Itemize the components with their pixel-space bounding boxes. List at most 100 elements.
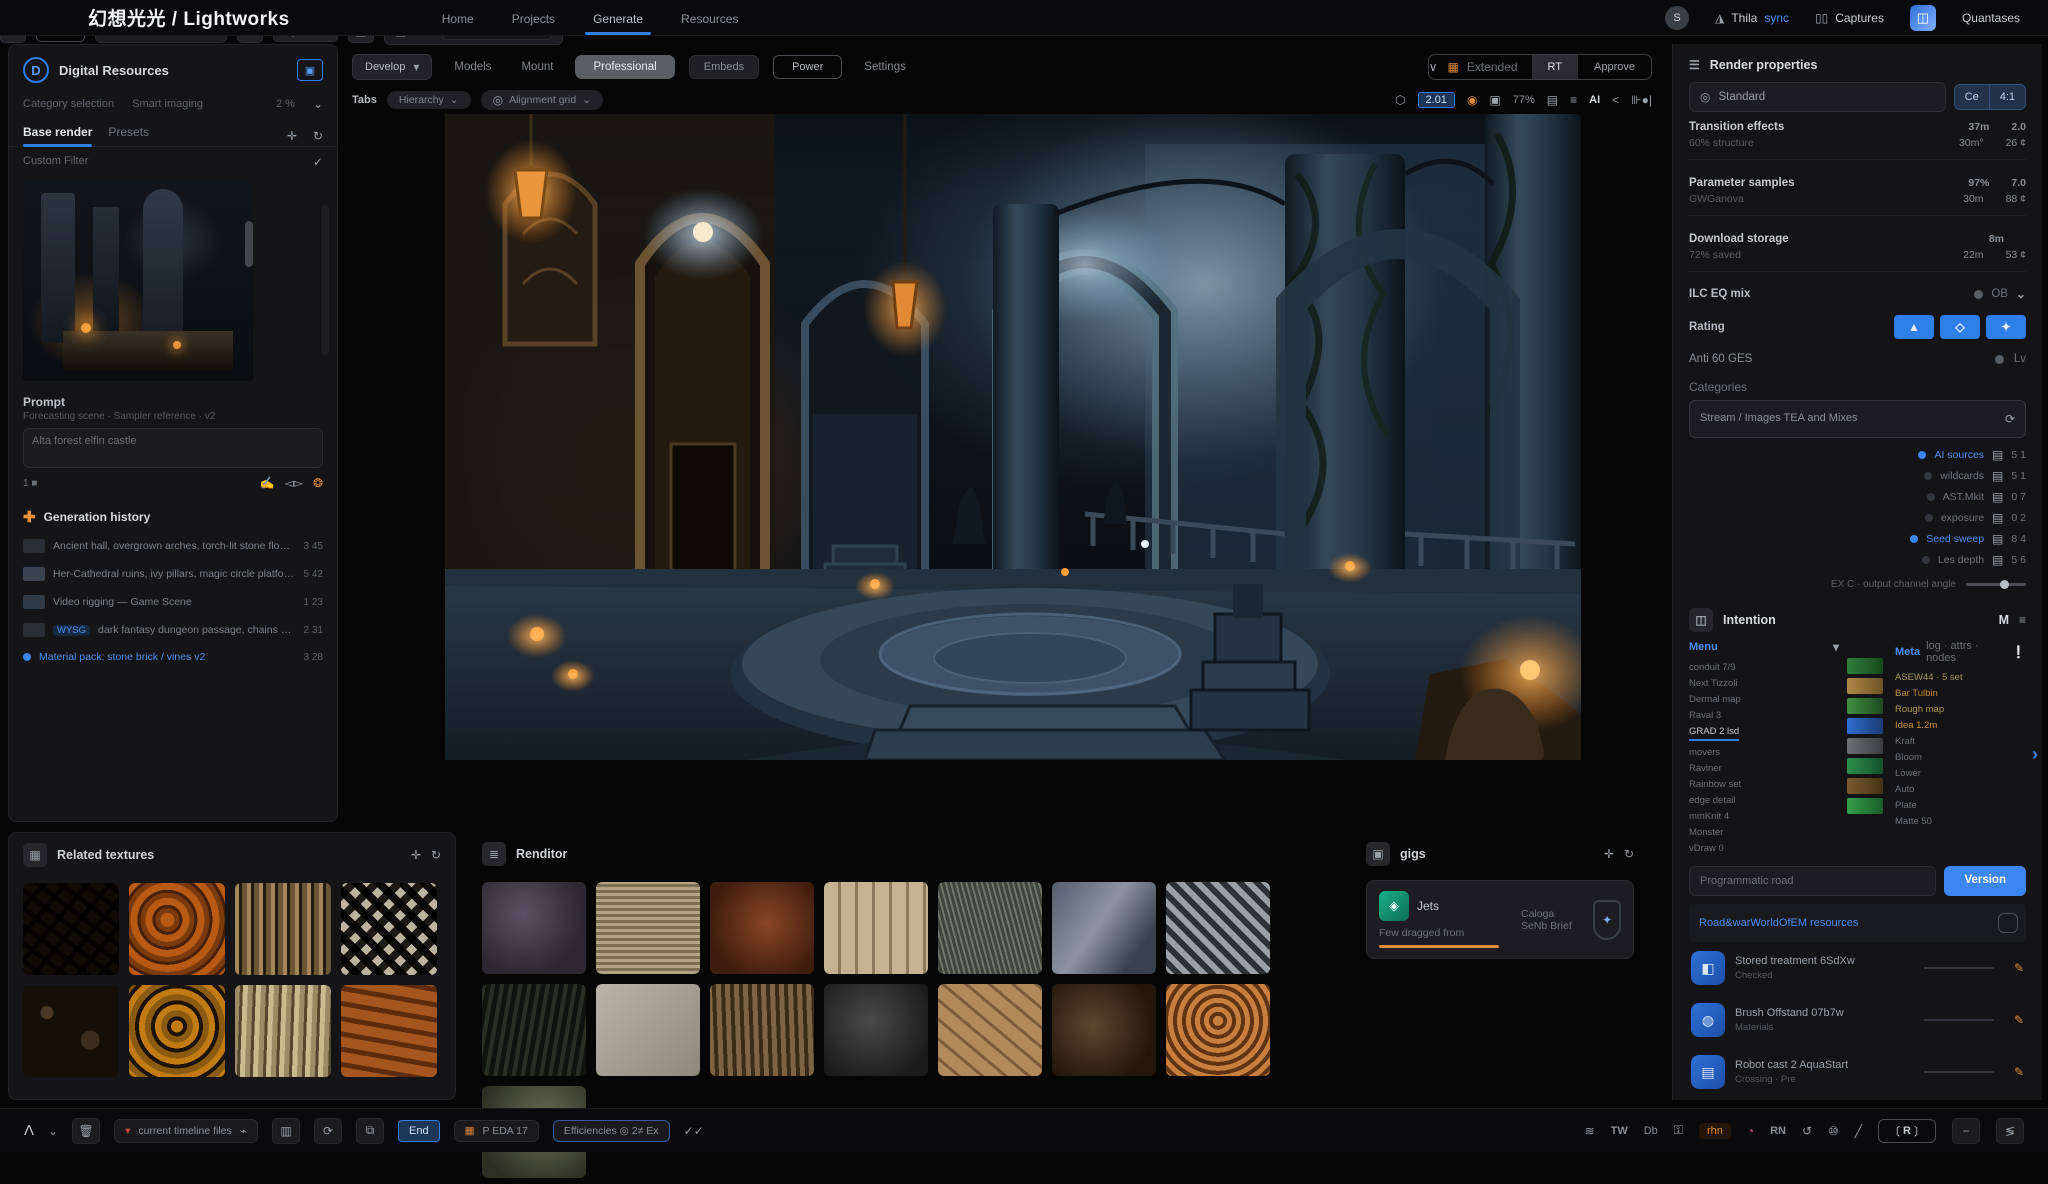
chevron-down-icon[interactable]: ⌄ <box>313 97 323 111</box>
radio-dot[interactable] <box>1918 451 1926 459</box>
history-row[interactable]: Ancient hall, overgrown arches, torch-li… <box>9 532 337 560</box>
menu-item[interactable]: movers <box>1689 744 1839 760</box>
refresh-icon[interactable]: ⟳ <box>2005 412 2015 426</box>
magic-icon[interactable]: ❂ <box>313 476 323 490</box>
asset-thumb[interactable] <box>1847 778 1883 794</box>
trash-button[interactable]: 🗑 <box>72 1118 100 1144</box>
orbit-icon[interactable]: ◉ <box>1467 93 1477 107</box>
texture-swatch[interactable] <box>482 882 586 974</box>
meta-item[interactable]: Bar Tulbin <box>1895 685 2026 701</box>
meta-item[interactable]: Auto <box>1895 781 2026 797</box>
texture-swatch[interactable] <box>938 882 1042 974</box>
menu-item[interactable]: Next Tizzoli <box>1689 675 1839 691</box>
extended-label[interactable]: Extended <box>1467 60 1518 74</box>
asset-thumb[interactable] <box>1847 698 1883 714</box>
chevron-down-icon[interactable]: ⌄ <box>48 1124 58 1138</box>
gig-card[interactable]: ◈ Jets Few dragged from Caloga SeNb Brie… <box>1366 880 1634 959</box>
prompt-input[interactable]: Alta forest elfin castle <box>23 428 323 468</box>
angle-left-icon[interactable]: < <box>1612 93 1619 107</box>
workspace-app-icon[interactable]: ◫ <box>1910 5 1936 31</box>
texture-swatch[interactable] <box>23 883 119 975</box>
meta-item[interactable]: Plate <box>1895 797 2026 813</box>
meta-item[interactable]: Kraft <box>1895 733 2026 749</box>
texture-swatch[interactable] <box>129 985 225 1077</box>
custom-filter-label[interactable]: Custom Filter <box>23 155 88 169</box>
radio-row[interactable]: Seed sweep ▤ 8 4 <box>1910 532 2026 546</box>
tab-professional[interactable]: Professional <box>575 55 674 79</box>
asset-thumb[interactable] <box>1847 758 1883 774</box>
texture-swatch[interactable] <box>1052 984 1156 1076</box>
menu-projects[interactable]: Projects <box>510 3 557 33</box>
resource-link-row[interactable]: Road&warWorldOfEM resources <box>1689 904 2026 942</box>
grid-orange-icon[interactable]: ▦ <box>1447 55 1458 79</box>
texture-swatch[interactable] <box>824 882 928 974</box>
tab-embeds[interactable]: Embeds <box>689 55 759 79</box>
menu-item[interactable]: Rainbow set <box>1689 776 1839 792</box>
preview-thumbnail[interactable] <box>23 181 253 381</box>
menu-home[interactable]: Home <box>440 3 476 33</box>
tab-models[interactable]: Models <box>446 56 499 78</box>
key-icon[interactable]: ⚿ <box>1674 1123 1683 1138</box>
zoom-level[interactable]: 2.01 <box>1418 92 1455 108</box>
menu-item[interactable]: Raval 3 <box>1689 707 1839 723</box>
texture-swatch[interactable] <box>710 984 814 1076</box>
history-row[interactable]: Video rigging — Game Scene 1 23 <box>9 588 337 616</box>
box-add-button[interactable]: ⧉ <box>356 1118 384 1144</box>
minimize-button[interactable]: − <box>1952 1118 1980 1144</box>
categories-input[interactable]: Stream / Images TEA and Mixes ⟳ <box>1689 400 2026 438</box>
history-row[interactable]: Material pack: stone brick / vines v2 3 … <box>9 644 337 670</box>
prop-label[interactable]: Download storage <box>1689 233 1789 245</box>
db-indicator[interactable]: Db <box>1644 1125 1658 1137</box>
seg-approve[interactable]: Approve <box>1578 55 1651 79</box>
user-account[interactable]: ◮ Thila sync <box>1715 11 1789 25</box>
user-avatar[interactable]: S <box>1665 6 1689 30</box>
version-button[interactable]: Version <box>1944 866 2026 896</box>
rating-button-1[interactable]: ▲ <box>1894 315 1934 339</box>
resource-card[interactable]: ◧ Stored treatment 6SdXw Checked ✎ <box>1689 942 2026 994</box>
texture-swatch[interactable] <box>938 984 1042 1076</box>
image-mode-button[interactable]: ▣ <box>297 59 323 81</box>
texture-swatch[interactable] <box>235 985 331 1077</box>
chevron-down-icon[interactable]: ⌄ <box>2016 287 2026 301</box>
rotate-button[interactable]: ⟳ <box>314 1118 342 1144</box>
refresh-icon[interactable]: ↻ <box>431 848 441 862</box>
rating-button-2[interactable]: ◇ <box>1940 315 1980 339</box>
texture-swatch[interactable] <box>129 883 225 975</box>
render-viewport[interactable] <box>445 114 1581 760</box>
texture-swatch[interactable] <box>235 883 331 975</box>
add-icon[interactable]: ✛ <box>1604 847 1614 861</box>
radio-dot[interactable] <box>1922 556 1930 564</box>
render-select[interactable]: ◎ Standard <box>1689 82 1946 112</box>
resource-card[interactable]: ▤ Robot cast 2 AquaStart Crossing · Pre … <box>1689 1046 2026 1098</box>
meta-item[interactable]: ASEW44 · 5 set <box>1895 669 2026 685</box>
waves-icon[interactable]: ≋ <box>1585 1124 1595 1138</box>
radio-dot[interactable] <box>1910 535 1918 543</box>
texture-swatch[interactable] <box>1166 882 1270 974</box>
edit-icon[interactable]: ✎ <box>2004 1013 2024 1027</box>
prop-label[interactable]: Transition effects <box>1689 121 1784 133</box>
add-icon[interactable]: ✛ <box>287 129 297 143</box>
edit-icon[interactable]: ✎ <box>2004 961 2024 975</box>
meta-item[interactable]: Lower <box>1895 765 2026 781</box>
texture-swatch[interactable] <box>341 883 437 975</box>
panel-scrollbar[interactable] <box>321 205 329 355</box>
radio-row[interactable]: Les depth ▤ 5 6 <box>1922 553 2026 567</box>
texture-swatch[interactable] <box>596 984 700 1076</box>
menu-item-active[interactable]: GRAD 2 lsd <box>1689 723 1739 741</box>
texture-swatch[interactable] <box>710 882 814 974</box>
pin-icon[interactable]: ❕ <box>2011 645 2026 659</box>
texture-swatch[interactable] <box>482 984 586 1076</box>
quantases-nav[interactable]: Quantases <box>1962 11 2020 25</box>
seg-ratio[interactable]: 4:1 <box>1990 85 2025 109</box>
menu-header[interactable]: Menu <box>1689 641 1718 653</box>
power-button[interactable]: Power <box>773 55 842 79</box>
timeline-files-group[interactable]: ▾ current timeline files ⌁ <box>114 1119 258 1143</box>
battery-indicator[interactable]: 〔 R 〕 <box>1878 1119 1936 1143</box>
captures-nav[interactable]: ▯▯ Captures <box>1815 11 1884 25</box>
texture-swatch[interactable] <box>1052 882 1156 974</box>
tab-presets[interactable]: Presets <box>108 125 149 146</box>
resource-link[interactable]: Road&warWorldOfEM resources <box>1691 917 1858 929</box>
history-row[interactable]: Her-Cathedral ruins, ivy pillars, magic … <box>9 560 337 588</box>
grid-pill[interactable]: ◎ Alignment grid ⌄ <box>481 90 603 110</box>
menu-item[interactable]: edge detail <box>1689 792 1839 808</box>
